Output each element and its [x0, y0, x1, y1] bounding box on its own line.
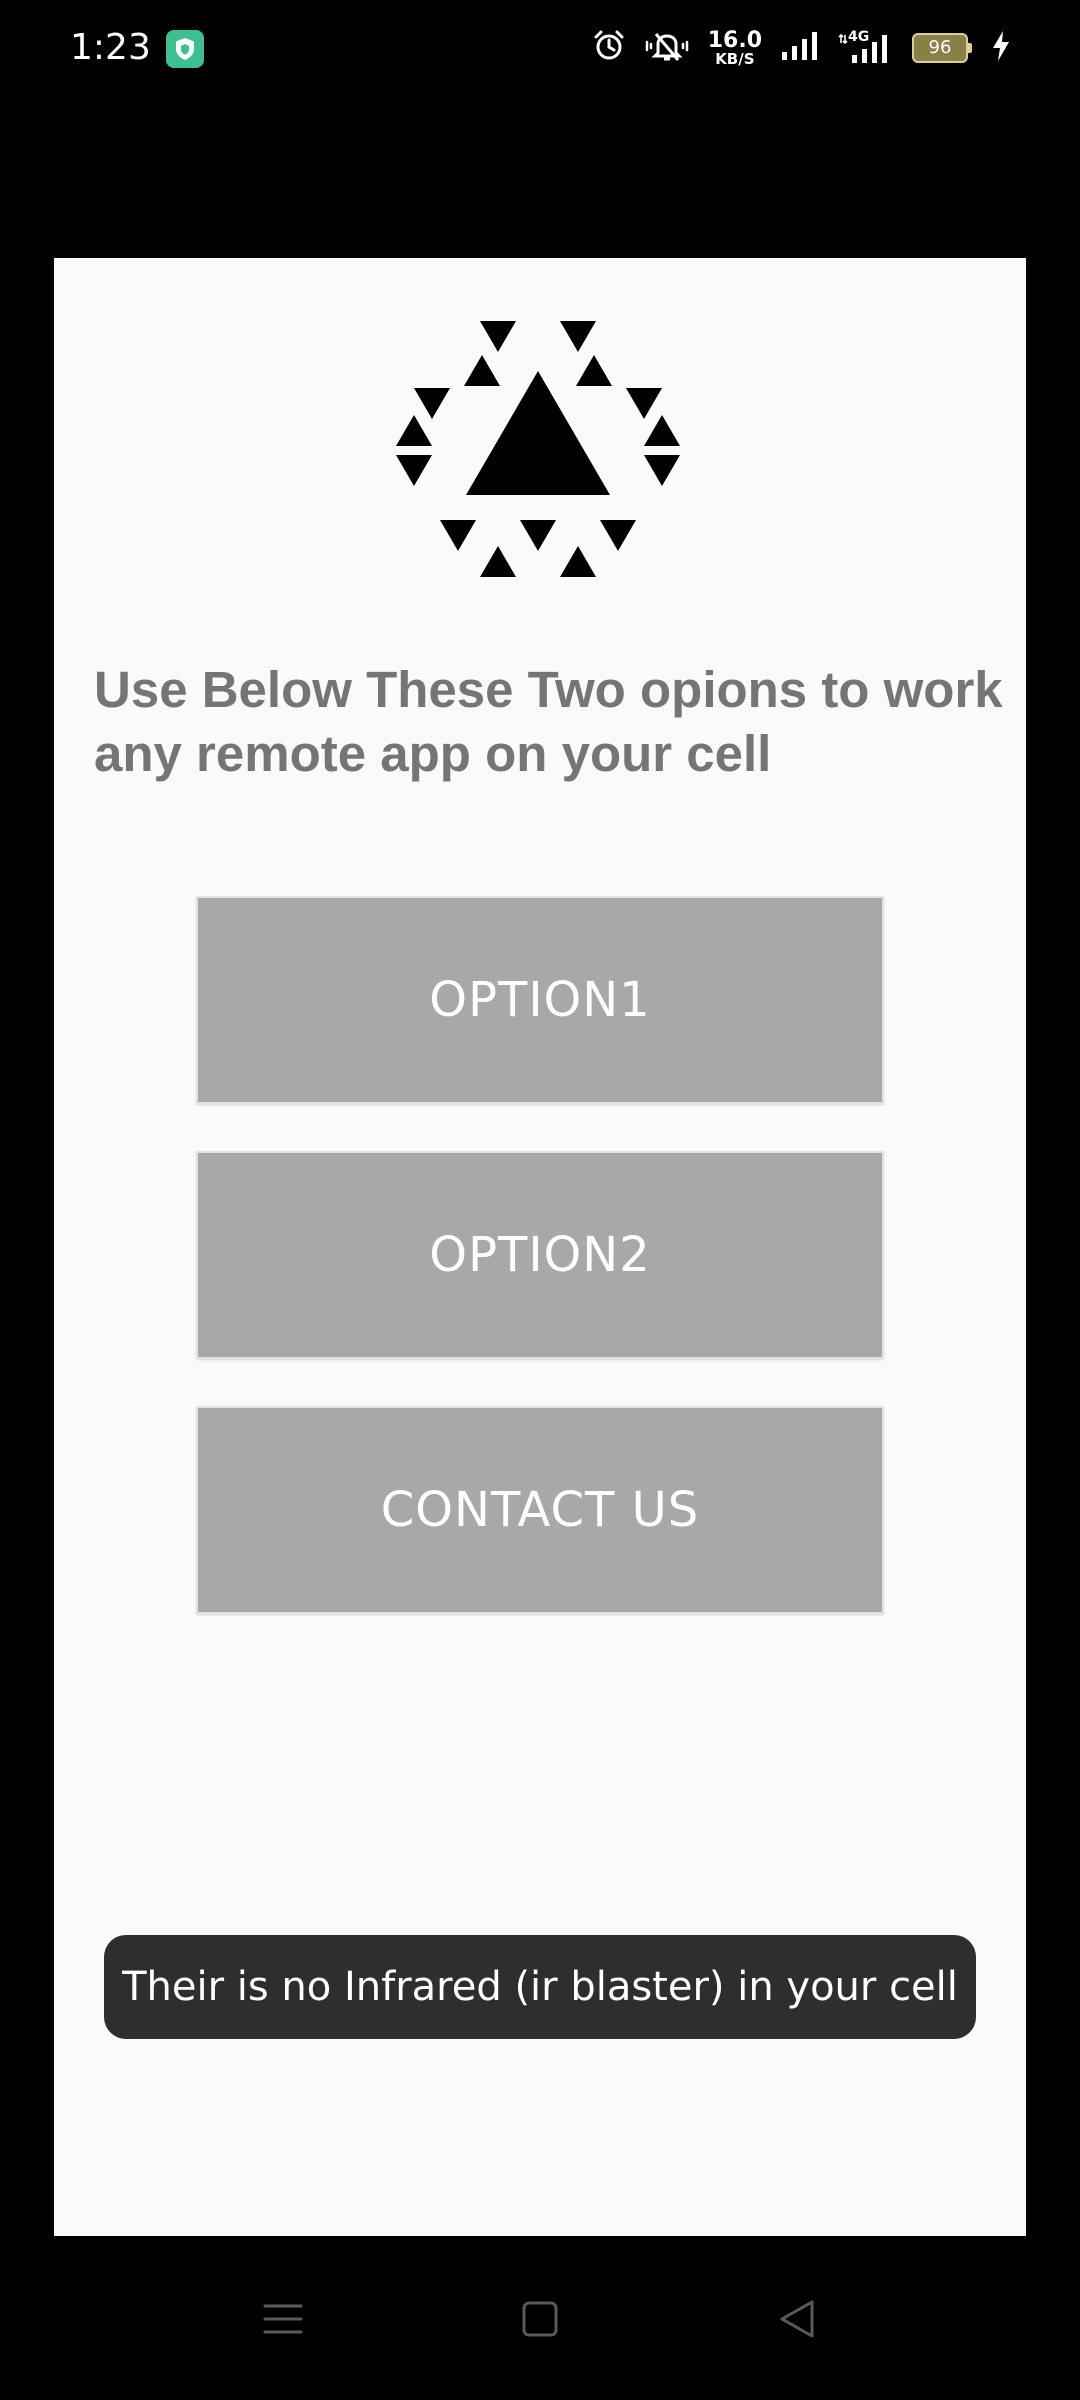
status-time: 1:23 — [70, 27, 151, 68]
menu-icon[interactable] — [248, 2284, 318, 2354]
triangle-hexagon-logo-icon — [396, 321, 680, 577]
battery-tip — [968, 43, 972, 53]
option1-button[interactable]: OPTION1 — [196, 896, 884, 1104]
network-speed-unit: KB/S — [715, 49, 755, 68]
status-icons: 16.0 KB/S 4G 96 — [592, 24, 1012, 72]
battery-icon: 96 — [912, 33, 972, 63]
signal-4g-icon: 4G — [838, 29, 894, 65]
signal-strength-icon — [780, 30, 820, 67]
contact-us-button[interactable]: CONTACT US — [196, 1406, 884, 1614]
navigation-bar — [0, 2236, 1080, 2400]
battery-level: 96 — [912, 33, 968, 63]
back-icon[interactable] — [762, 2284, 832, 2354]
charging-icon — [990, 29, 1012, 68]
network-speed-value: 16.0 — [707, 27, 762, 53]
option2-button[interactable]: OPTION2 — [196, 1151, 884, 1359]
home-icon[interactable] — [505, 2284, 575, 2354]
shield-icon — [166, 30, 204, 68]
app-card: Use Below These Two opions to work any r… — [54, 258, 1026, 2236]
toast-message: Their is no Infrared (ir blaster) in you… — [104, 1935, 976, 2039]
silent-mode-icon — [644, 29, 690, 68]
instructions-headline: Use Below These Two opions to work any r… — [94, 661, 1003, 782]
network-speed: 16.0 KB/S — [707, 27, 762, 68]
status-bar: 1:23 16.0 KB/S 4G 96 — [0, 0, 1080, 96]
alarm-icon — [592, 29, 626, 68]
